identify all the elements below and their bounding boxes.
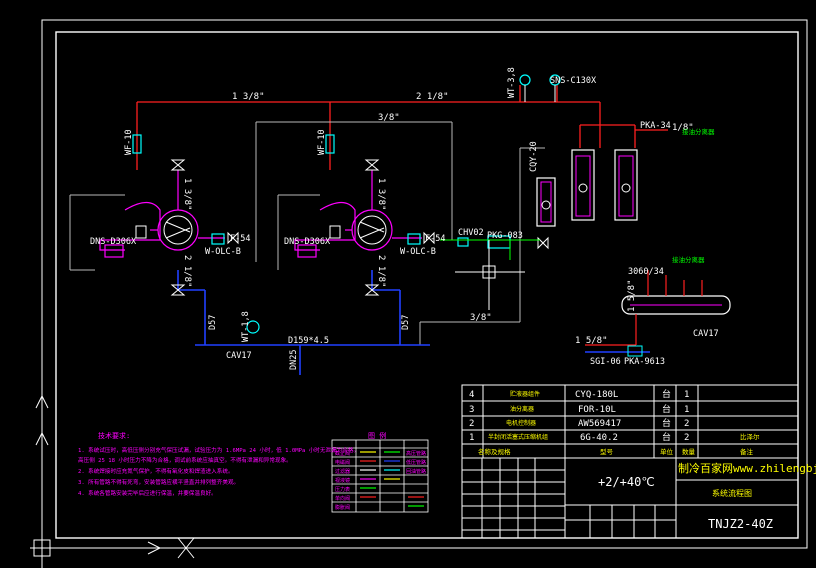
bom-row-qty: 2 [684,419,689,429]
bom-row-name: 贮液器组件 [510,390,540,398]
label-compressor-right: DNS-D306X [284,237,331,247]
bom-row-no: 2 [469,419,474,429]
legend-heading: 图 例 [368,431,386,440]
label-receiver-top: 3060/34 [628,267,664,277]
notes-line: 2. 系统焊接时应充氮气保护，不得有氧化皮和焊渣进入系统。 [78,467,234,475]
legend-item: 膨胀阀 [335,504,350,511]
pipe-labels: 1 3/8" 2 1/8" 3/8" 1/8" 3/8" 1 5/8" 1 3/… [182,92,694,346]
label-gauge-top: WT-3,8 [507,67,517,98]
stop-valves [170,159,549,296]
bom-head-qty: 数量 [682,447,696,456]
label-pka-note: 接油分离器 [682,127,715,136]
oil-separators [536,149,638,227]
notes-line: 4. 系统各管路安装完毕后应进行保温，并要保温良好。 [78,489,217,497]
bom-row-unit: 台 [662,431,671,443]
label-pka2: PKA-9613 [624,357,665,367]
label-wf-right: WF-10 [317,129,327,155]
label-header-d2: D57 [401,315,411,330]
bom-row-model: FOR-10L [578,405,616,415]
notes-line: 1. 系统试压时，高低压侧分别充气保压试漏，试验压力为 1.6MPa 24 小时… [78,446,359,454]
bom-head-unit: 单位 [660,447,674,456]
bom-row-model: 6G-40.2 [580,433,618,443]
pressure-gauges [524,85,556,102]
filter-devices [132,74,561,334]
legend-item: 压力表 [335,486,350,493]
bom-header-row: 名称及规格 型号 单位 数量 备注 [478,447,754,456]
label-chv: CHV02 [458,228,484,238]
bom-head-name: 名称及规格 [478,447,511,456]
label-top-mid: 2 1/8" [416,92,449,102]
legend-item: 回油管路 [406,468,426,475]
liquid-line [440,239,540,260]
label-receiver-cav: CAV17 [693,329,719,339]
label-sensor-top: SNS-C130X [550,76,597,86]
notes-line: 3. 所有管路不得有死弯，安装管路应横平竖直并排列整齐美观。 [78,478,239,486]
bom-row-model: AW569417 [578,419,621,429]
legend-item: 过滤器 [335,468,350,475]
label-right-vert-b: 2 1/8" [376,255,386,288]
legend-item: 高压管路 [406,450,426,457]
title-site-brand: 制冷百家网www.zhilengbj [678,461,816,475]
label-left-vert-a: 1 3/8" [182,178,192,211]
bom-row-model: CYQ-180L [575,390,618,400]
technical-notes: 技术要求: 1. 系统试压时，高低压侧分别充气保压试漏，试验压力为 1.6MPa… [78,431,359,497]
title-drawing-no: TNJZ2-40Z [708,517,773,531]
label-lower-right-pipe: 1 5/8" [575,336,608,346]
label-receiver-note: 接油分离器 [672,255,705,264]
bom-head-note: 备注 [740,447,754,456]
bom-row-qty: 1 [684,390,689,400]
bom-row-unit: 台 [662,403,671,415]
label-valve-left-w: W-OLC-B [205,247,241,257]
bom-row-unit: 台 [662,417,671,429]
bom-row-qty: 2 [684,433,689,443]
label-header-d: D57 [208,315,218,330]
bom-row-no: 4 [469,390,474,400]
label-cav-left: CAV17 [226,351,252,361]
bom-row-name: 电机控制器 [506,419,536,427]
legend-item: 截止阀 [335,450,350,457]
notes-line: 高压侧 25 18 小时压力不降为合格，调试前系统应抽真空。不得有泄漏和异常现象… [78,456,292,464]
notes-heading: 技术要求: [98,431,130,440]
title-temp: +2/+40℃ [598,475,655,489]
label-valve-right-f: F-54 [425,234,445,244]
label-top-left: 1 3/8" [232,92,265,102]
component-labels: WF-10 WF-10 WT-3,8 SNS-C130X PKA-34 接油分离… [90,67,719,370]
label-sgi: SGI-06 [590,357,621,367]
label-wf-left: WF-10 [124,129,134,155]
label-valve-right-w: W-OLC-B [400,247,436,257]
center-crosshair [455,240,525,310]
label-valve-left-f: F-54 [230,234,250,244]
legend-item: 单向阀 [335,495,350,502]
label-left-vert-b: 2 1/8" [182,255,192,288]
refrigeration-system-drawing: 1 3/8" 2 1/8" 3/8" 1/8" 3/8" 1 5/8" 1 3/… [30,19,816,568]
legend-item: 低压管路 [406,459,426,466]
legend: 图 例 截止阀 电磁阀 过滤器 视液镜 压力表 单向阀 膨胀阀 高压管路 低压管… [335,431,426,511]
bom-head-model: 型号 [600,447,614,456]
bom-row-name: 油分离器 [510,405,534,413]
label-cqy: CQY-20 [529,141,539,172]
label-compressor-left: DNS-D306X [90,237,137,247]
bom-row-name: 半封闭活塞式压缩机组 [488,433,548,441]
label-wt-low: WT-1,8 [241,311,251,342]
label-vertical-small: 1 5/8" [627,279,637,312]
bom-row-qty: 1 [684,405,689,415]
label-header-main: D159*4.5 [288,336,329,346]
title-drawing-name: 系统流程图 [712,488,752,498]
legend-item: 电磁阀 [335,459,350,466]
discharge-piping [136,85,668,170]
bom-row-note: 比泽尔 [740,432,760,441]
bom-row-unit: 台 [662,388,671,400]
legend-item: 视液镜 [335,477,350,484]
label-pka: PKA-34 [640,121,671,131]
bom-row-no: 1 [469,433,474,443]
label-dn-low: DN25 [289,350,299,370]
bom-row-no: 3 [469,405,474,415]
label-gray-top: 3/8" [378,113,400,123]
label-pkg: PKG-083 [487,231,523,241]
label-bottom-gray: 3/8" [470,313,492,323]
label-right-vert-a: 1 3/8" [376,178,386,211]
